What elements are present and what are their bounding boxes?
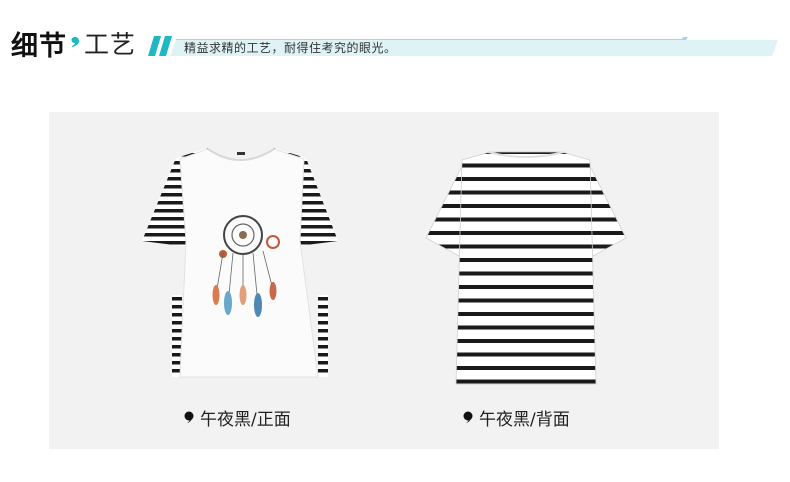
section-title-light: 工艺 xyxy=(84,30,137,59)
caption-back-text: 午夜黑/背面 xyxy=(479,409,570,430)
section-header: 细节 工艺 精益求精的工艺，耐得住考究的眼光。 xyxy=(0,0,790,70)
shirt-back-image xyxy=(425,151,627,385)
section-title-bold: 细节 xyxy=(11,31,67,62)
bullet-dot-icon xyxy=(184,411,194,423)
comma-icon xyxy=(71,37,79,47)
shirt-front-image xyxy=(142,148,338,378)
header-tagline: 精益求精的工艺，耐得住考究的眼光。 xyxy=(184,41,397,55)
caption-front-text: 午夜黑/正面 xyxy=(200,409,291,430)
caption-front: 午夜黑/正面 xyxy=(184,405,291,430)
caption-back: 午夜黑/背面 xyxy=(463,405,570,430)
bullet-dot-icon xyxy=(463,411,473,423)
